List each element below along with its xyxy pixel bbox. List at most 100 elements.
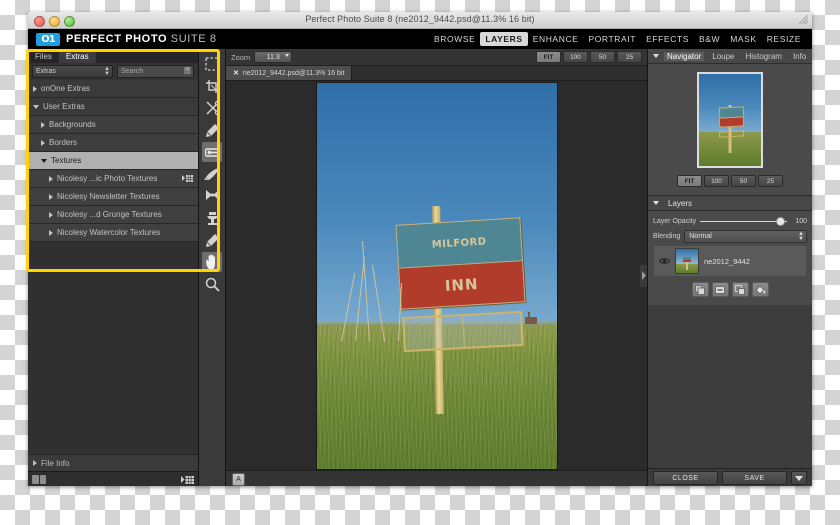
clear-x-icon[interactable]: × bbox=[184, 67, 191, 74]
module-resize[interactable]: RESIZE bbox=[762, 32, 806, 46]
tab-extras[interactable]: Extras bbox=[58, 49, 96, 63]
layer-opacity-slider[interactable] bbox=[700, 215, 787, 227]
brand-menu-bar: O1 PERFECT PHOTO SUITE 8 BROWSE LAYERS E… bbox=[28, 29, 812, 49]
slider-track bbox=[700, 220, 787, 222]
image-canvas[interactable]: MILFORD INN bbox=[226, 81, 647, 470]
tab-info[interactable]: Info bbox=[790, 52, 809, 61]
tree-item-label: Nicolesy ...ic Photo Textures bbox=[57, 174, 158, 183]
navigator-thumbnail[interactable] bbox=[697, 72, 763, 168]
delete-layer-icon[interactable] bbox=[711, 282, 729, 297]
retouch-brush-tool[interactable] bbox=[202, 120, 222, 140]
tree-item-user-extras[interactable]: User Extras bbox=[28, 98, 198, 116]
title-bar: Perfect Photo Suite 8 (ne2012_9442.psd@1… bbox=[28, 12, 812, 29]
thumb-sign-bottom bbox=[683, 259, 692, 263]
perfect-eraser-tool[interactable] bbox=[202, 142, 222, 162]
panel-collapse-handle[interactable] bbox=[640, 264, 647, 287]
chisel-refine-tool[interactable] bbox=[202, 186, 222, 206]
layers-body: Layer Opacity 100 Blending Normal ▲ ▼ ne… bbox=[648, 211, 812, 305]
chevron-down-icon[interactable] bbox=[653, 201, 659, 205]
zoom-50-button[interactable]: 50 bbox=[590, 51, 615, 63]
inspector-empty-space bbox=[648, 305, 812, 468]
tree-item-borders[interactable]: Borders bbox=[28, 134, 198, 152]
clone-stamp-tool[interactable] bbox=[202, 208, 222, 228]
close-button[interactable]: CLOSE bbox=[653, 471, 718, 485]
zoom-value-select[interactable]: 11.3 bbox=[254, 51, 293, 63]
blending-mode-select[interactable]: Normal ▲ ▼ bbox=[684, 229, 807, 243]
masking-brush-tool[interactable] bbox=[202, 164, 222, 184]
save-options-button[interactable] bbox=[791, 471, 807, 485]
module-portrait[interactable]: PORTRAIT bbox=[583, 32, 641, 46]
close-x-icon[interactable]: ✕ bbox=[233, 69, 239, 77]
tree-item-nicolesy-photo-textures[interactable]: Nicolesy ...ic Photo Textures bbox=[28, 170, 198, 188]
tab-files[interactable]: Files bbox=[28, 49, 59, 63]
status-badge[interactable]: A bbox=[232, 472, 245, 486]
tree-item-textures[interactable]: Textures bbox=[28, 152, 198, 170]
red-eye-tool[interactable] bbox=[202, 230, 222, 250]
module-bw[interactable]: B&W bbox=[694, 32, 725, 46]
module-enhance[interactable]: ENHANCE bbox=[528, 32, 584, 46]
two-column-view-icon[interactable] bbox=[32, 475, 46, 484]
save-button[interactable]: SAVE bbox=[722, 471, 787, 485]
crop-marquee-tool[interactable] bbox=[202, 54, 222, 74]
resize-grip-icon[interactable] bbox=[799, 15, 809, 25]
copy-layer-icon[interactable] bbox=[691, 282, 709, 297]
tab-loupe[interactable]: Loupe bbox=[709, 52, 737, 61]
zoom-magnifier-tool[interactable] bbox=[202, 274, 222, 294]
tree-item-label: Nicolesy Newsletter Textures bbox=[57, 192, 160, 201]
zoom-25-button[interactable]: 25 bbox=[617, 51, 642, 63]
module-browse[interactable]: BROWSE bbox=[429, 32, 480, 46]
module-mask[interactable]: MASK bbox=[725, 32, 762, 46]
chevron-down-icon[interactable] bbox=[653, 54, 659, 58]
zoom-fit-button[interactable]: FIT bbox=[536, 51, 561, 63]
file-info-section[interactable]: File Info bbox=[28, 454, 198, 471]
chevron-right-icon bbox=[41, 121, 45, 128]
updown-arrows-icon: ▲ ▼ bbox=[104, 65, 110, 77]
canvas-status-bar: A bbox=[226, 470, 647, 486]
sign-crossbar-frame bbox=[402, 310, 524, 352]
nav-fit-button[interactable]: FIT bbox=[677, 175, 702, 187]
zoom-100-button[interactable]: 100 bbox=[563, 51, 588, 63]
tree-item-backgrounds[interactable]: Backgrounds bbox=[28, 116, 198, 134]
extras-category-select[interactable]: Extras ▲ ▼ bbox=[32, 65, 113, 78]
layer-tool-buttons bbox=[653, 277, 807, 299]
chevron-right-icon bbox=[41, 139, 45, 146]
merge-layer-icon[interactable] bbox=[731, 282, 749, 297]
photo-image[interactable]: MILFORD INN bbox=[315, 81, 558, 470]
tree-item-nicolesy-newsletter-textures[interactable]: Nicolesy Newsletter Textures bbox=[28, 188, 198, 206]
chevron-right-icon bbox=[49, 229, 53, 236]
nav-25-button[interactable]: 25 bbox=[758, 175, 783, 187]
nav-100-button[interactable]: 100 bbox=[704, 175, 729, 187]
pan-hand-tool[interactable] bbox=[202, 252, 222, 272]
tab-histogram[interactable]: Histogram bbox=[743, 52, 785, 61]
motel-sign: MILFORD INN bbox=[395, 217, 526, 311]
fill-bucket-icon[interactable] bbox=[751, 282, 769, 297]
tree-item-label: Nicolesy Watercolor Textures bbox=[57, 228, 161, 237]
browser-filter-row: Extras ▲ ▼ Search × bbox=[28, 63, 198, 80]
grid-list-icon[interactable] bbox=[181, 475, 194, 485]
grid-list-icon[interactable] bbox=[182, 174, 193, 183]
chevron-right-icon bbox=[49, 193, 53, 200]
module-effects[interactable]: EFFECTS bbox=[641, 32, 694, 46]
transform-crop-tool[interactable] bbox=[202, 76, 222, 96]
tab-navigator[interactable]: Navigator bbox=[664, 51, 705, 61]
document-tab[interactable]: ✕ ne2012_9442.psd@11.3% 16 bit bbox=[226, 66, 353, 80]
inspector-footer: CLOSE SAVE bbox=[648, 468, 812, 486]
slider-knob[interactable] bbox=[776, 216, 785, 226]
extras-tree: onOne Extras User Extras Backgrounds Bor… bbox=[28, 80, 198, 454]
nav-50-button[interactable]: 50 bbox=[731, 175, 756, 187]
tree-item-label: Textures bbox=[51, 156, 82, 165]
trim-scissors-tool[interactable] bbox=[202, 98, 222, 118]
tree-item-nicolesy-watercolor-textures[interactable]: Nicolesy Watercolor Textures bbox=[28, 224, 198, 242]
chevron-right-icon bbox=[49, 175, 53, 182]
sign-bottom-panel: INN bbox=[398, 261, 526, 311]
tree-item-nicolesy-grunge-textures[interactable]: Nicolesy ...d Grunge Textures bbox=[28, 206, 198, 224]
chevron-right-icon bbox=[33, 85, 37, 92]
search-input[interactable]: Search × bbox=[117, 65, 194, 78]
layer-list-item[interactable]: ne2012_9442 bbox=[653, 245, 807, 277]
tree-item-onone-extras[interactable]: onOne Extras bbox=[28, 80, 198, 98]
zoom-label: Zoom bbox=[231, 52, 251, 62]
extras-browser-panel: Files Extras Extras ▲ ▼ Search × onOne Ex… bbox=[28, 49, 199, 486]
layer-opacity-label: Layer Opacity bbox=[653, 217, 697, 225]
module-layers[interactable]: LAYERS bbox=[480, 32, 528, 46]
eye-icon[interactable] bbox=[659, 257, 670, 265]
